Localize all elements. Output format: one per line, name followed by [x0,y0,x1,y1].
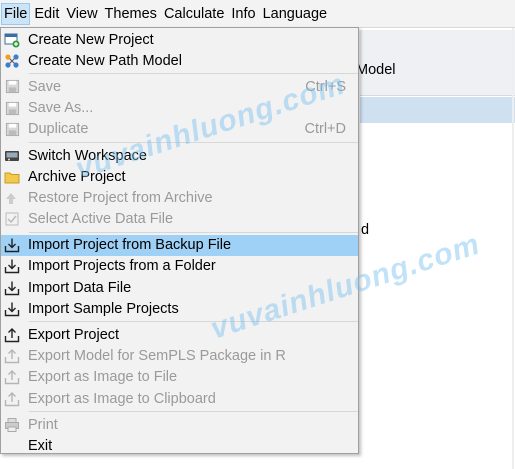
menu-themes[interactable]: Themes [102,3,160,25]
menu-item-export-model-sempls[interactable]: Export Model for SemPLS Package in R [1,346,358,367]
menu-item-label: Save [28,78,62,95]
menu-info[interactable]: Info [228,3,258,25]
menu-separator [29,73,358,75]
menu-item-import-sample-projects[interactable]: Import Sample Projects [1,298,358,319]
menu-item-label: Print [28,416,58,433]
import-icon [3,257,21,275]
menu-item-select-active-data-file[interactable]: Select Active Data File [1,209,358,230]
menu-item-label: Select Active Data File [28,211,174,228]
export-icon [3,368,21,386]
menu-item-exit[interactable]: Exit [1,435,358,456]
export-icon [3,390,21,408]
import-icon [3,279,21,297]
menu-item-archive-project[interactable]: Archive Project [1,166,358,187]
menu-separator [29,321,358,323]
export-icon [3,326,21,344]
menu-item-label: Create New Path Model [28,52,182,69]
shortcut-label: Ctrl+S [305,78,346,95]
menu-separator [29,141,358,143]
menu-item-label: Create New Project [28,31,154,48]
menu-item-export-image-file[interactable]: Export as Image to File [1,367,358,388]
menu-item-create-new-path-model[interactable]: Create New Path Model [1,50,358,71]
restore-icon [3,189,21,207]
new-project-icon [3,31,21,49]
menu-item-label: Switch Workspace [28,147,147,164]
menu-item-print[interactable]: Print [1,414,358,435]
save-icon [3,78,21,96]
menu-item-label: Import Data File [28,279,132,296]
menu-item-import-projects-from-folder[interactable]: Import Projects from a Folder [1,256,358,277]
import-icon [3,236,21,254]
print-icon [3,416,21,434]
menu-item-label: Import Project from Backup File [28,237,232,254]
menu-edit[interactable]: Edit [31,3,62,25]
menu-file[interactable]: File [1,2,31,25]
menu-item-save-as[interactable]: Save As... [1,98,358,119]
path-model-icon [3,52,21,70]
menu-item-label: Export Model for SemPLS Package in R [28,348,286,365]
save-as-icon [3,99,21,117]
menu-item-label: Export as Image to Clipboard [28,390,216,407]
menu-item-export-project[interactable]: Export Project [1,324,358,345]
app-selected-row[interactable] [360,97,515,123]
menu-item-label: Import Sample Projects [28,300,179,317]
menu-item-label: Duplicate [28,121,89,138]
menu-item-label: Import Projects from a Folder [28,258,216,275]
menu-item-label: Export as Image to File [28,369,178,386]
menu-item-export-image-clipboard[interactable]: Export as Image to Clipboard [1,388,358,409]
workspace-icon [3,147,21,165]
menu-item-label: Save As... [28,100,94,117]
shortcut-label: Ctrl+D [304,121,347,138]
export-icon [3,347,21,365]
menu-item-switch-workspace[interactable]: Switch Workspace [1,145,358,166]
menu-item-duplicate[interactable]: Duplicate Ctrl+D [1,119,358,140]
menu-item-label: Archive Project [28,168,126,185]
menu-item-import-data-file[interactable]: Import Data File [1,277,358,298]
menu-item-label: Export Project [28,327,120,344]
menu-item-import-project-from-backup[interactable]: Import Project from Backup File [1,234,358,256]
blank-icon [3,437,21,455]
file-menu-dropdown: Create New Project Create New Path Model… [0,27,359,454]
menu-item-save[interactable]: Save Ctrl+S [1,76,358,97]
app-scroll-edge [512,28,514,469]
app-text-fragment: d [361,222,370,238]
menu-item-label: Restore Project from Archive [28,189,213,206]
menu-separator [29,411,358,413]
menu-item-label: Exit [28,437,53,454]
duplicate-icon [3,120,21,138]
menu-separator [29,231,358,233]
menu-item-create-new-project[interactable]: Create New Project [1,29,358,50]
menu-calculate[interactable]: Calculate [161,3,227,25]
app-header-text: Model [356,62,396,78]
menu-item-restore-project[interactable]: Restore Project from Archive [1,187,358,208]
menu-language[interactable]: Language [260,3,331,25]
import-icon [3,300,21,318]
data-file-icon [3,210,21,228]
menu-view[interactable]: View [63,3,100,25]
menu-bar: File Edit View Themes Calculate Info Lan… [0,0,515,28]
folder-icon [3,168,21,186]
